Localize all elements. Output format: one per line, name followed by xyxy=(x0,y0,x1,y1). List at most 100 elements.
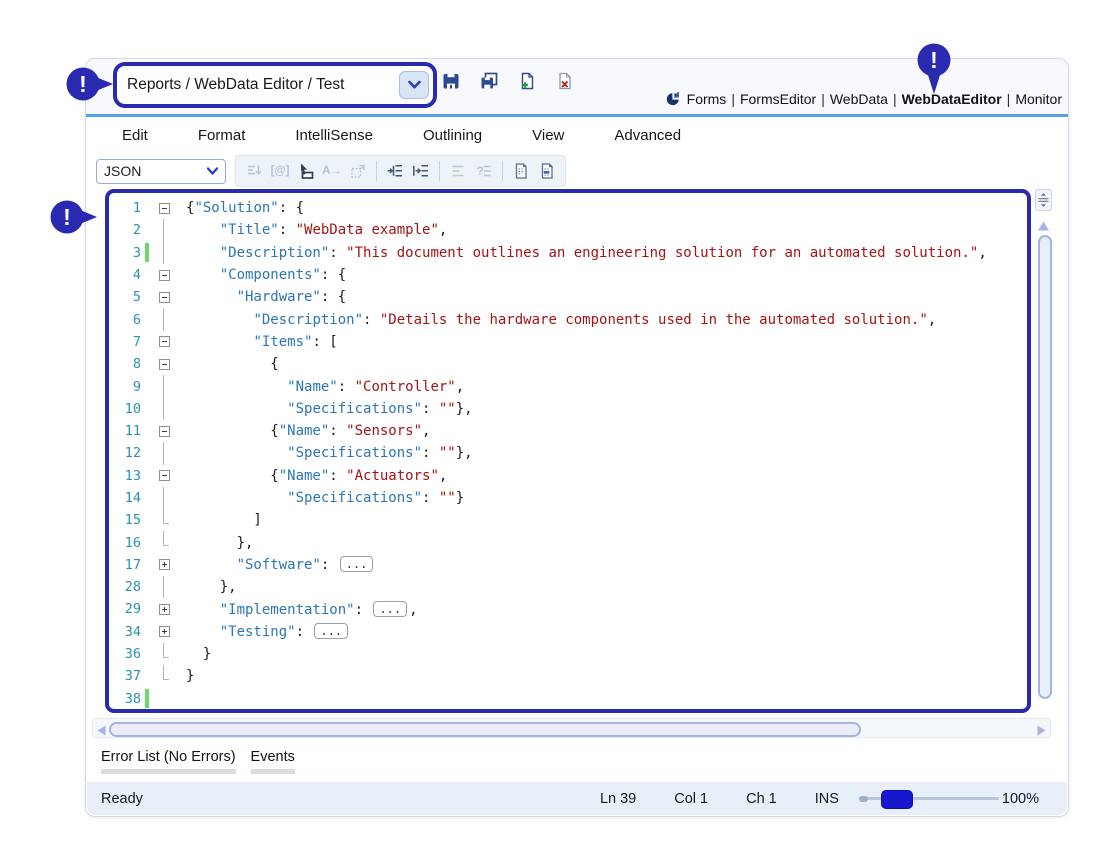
editor-line[interactable]: 1{"Solution": { xyxy=(109,197,1027,219)
nav-link-monitor[interactable]: Monitor xyxy=(1015,91,1062,107)
format-selection-icon[interactable] xyxy=(241,159,267,183)
editor-line[interactable]: 36 } xyxy=(109,643,1027,665)
collapse-icon[interactable] xyxy=(159,426,170,437)
bottom-panel-tabs: Error List (No Errors) Events xyxy=(101,749,295,774)
collapsed-region-box[interactable]: ... xyxy=(340,556,374,572)
menu-item-outlining[interactable]: Outlining xyxy=(423,127,482,144)
editor-toolbar: JSON [@] A→? xyxy=(96,155,1058,187)
editor-line[interactable]: 13 {"Name": "Actuators", xyxy=(109,465,1027,487)
menu-item-advanced[interactable]: Advanced xyxy=(614,127,681,144)
collapsed-region-box[interactable]: ... xyxy=(314,623,348,639)
fold-collapse-box[interactable] xyxy=(157,353,171,375)
fold-collapse-box[interactable] xyxy=(157,197,171,219)
editor-line[interactable]: 34 "Testing": ... xyxy=(109,621,1027,643)
alert-badge-nav: ! xyxy=(916,43,952,97)
collapse-icon[interactable] xyxy=(159,292,170,303)
menu-item-view[interactable]: View xyxy=(532,127,564,144)
uncomment-selection-icon[interactable]: ? xyxy=(471,159,497,183)
scroll-right-arrow[interactable] xyxy=(1037,723,1046,741)
editor-line[interactable]: 9 "Name": "Controller", xyxy=(109,375,1027,397)
report-path-dropdown[interactable]: Reports / WebData Editor / Test xyxy=(117,66,433,104)
line-number: 1 xyxy=(109,200,141,216)
editor-line[interactable]: 15 ] xyxy=(109,509,1027,531)
menu-item-edit[interactable]: Edit xyxy=(122,127,148,144)
menu-item-intellisense[interactable]: IntelliSense xyxy=(295,127,373,144)
fold-expand-box[interactable] xyxy=(157,621,171,643)
document-outline-icon[interactable] xyxy=(508,159,534,183)
save-icon[interactable] xyxy=(438,68,463,93)
code-text: {"Name": "Actuators", xyxy=(186,468,447,484)
zoom-slider[interactable] xyxy=(859,790,999,808)
editor-line[interactable]: 10 "Specifications": ""}, xyxy=(109,398,1027,420)
decrease-indent-icon[interactable] xyxy=(382,159,408,183)
editor-line[interactable]: 16 }, xyxy=(109,531,1027,553)
delete-document-icon[interactable] xyxy=(552,68,577,93)
tab-events[interactable]: Events xyxy=(251,749,295,774)
save-all-icon[interactable] xyxy=(476,68,501,93)
editor-line[interactable]: 28 }, xyxy=(109,576,1027,598)
editor-line[interactable]: 8 { xyxy=(109,353,1027,375)
increase-indent-icon[interactable] xyxy=(408,159,434,183)
collapse-icon[interactable] xyxy=(159,203,170,214)
horizontal-scroll-thumb[interactable] xyxy=(109,722,861,737)
rename-icon[interactable]: A→ xyxy=(319,159,345,183)
dropdown-chevron-icon[interactable] xyxy=(399,71,429,99)
collapse-icon[interactable] xyxy=(159,359,170,370)
menu-bar: Edit Format IntelliSense Outlining View Advan… xyxy=(86,117,1068,153)
editor-line[interactable]: 11 {"Name": "Sensors", xyxy=(109,420,1027,442)
expand-icon[interactable] xyxy=(159,559,170,570)
fold-collapse-box[interactable] xyxy=(157,264,171,286)
surround-with-icon[interactable] xyxy=(345,159,371,183)
editor-line[interactable]: 4 "Components": { xyxy=(109,264,1027,286)
collapse-icon[interactable] xyxy=(159,270,170,281)
new-document-icon[interactable] xyxy=(514,68,539,93)
code-segment xyxy=(186,267,220,283)
code-segment: : xyxy=(422,401,439,417)
code-segment: "Components" xyxy=(220,267,321,283)
scroll-left-arrow[interactable] xyxy=(97,723,106,741)
editor-line[interactable]: 29 "Implementation": ..., xyxy=(109,598,1027,620)
change-bar-slot xyxy=(145,355,149,374)
splitter-grip[interactable] xyxy=(1035,189,1052,211)
collapsed-region-box[interactable]: ... xyxy=(373,601,407,617)
nav-link-formseditor[interactable]: FormsEditor xyxy=(740,91,816,107)
select-element-icon[interactable] xyxy=(293,159,319,183)
tab-error-list[interactable]: Error List (No Errors) xyxy=(101,749,236,774)
editor-line[interactable]: 37} xyxy=(109,665,1027,687)
comment-selection-icon[interactable] xyxy=(445,159,471,183)
menu-item-format[interactable]: Format xyxy=(198,127,246,144)
insert-snippet-icon[interactable]: [@] xyxy=(267,159,293,183)
collapse-icon[interactable] xyxy=(159,336,170,347)
fold-collapse-box[interactable] xyxy=(157,465,171,487)
editor-line[interactable]: 2 "Title": "WebData example", xyxy=(109,219,1027,241)
editor-line[interactable]: 3 "Description": "This document outlines… xyxy=(109,242,1027,264)
editor-line[interactable]: 12 "Specifications": ""}, xyxy=(109,442,1027,464)
expand-icon[interactable] xyxy=(159,604,170,615)
nav-link-webdata[interactable]: WebData xyxy=(830,91,888,107)
editor-line[interactable]: 38 xyxy=(109,688,1027,710)
language-dropdown[interactable]: JSON xyxy=(96,159,226,184)
zoom-slider-thumb[interactable] xyxy=(881,790,913,809)
line-number: 8 xyxy=(109,356,141,372)
fold-collapse-box[interactable] xyxy=(157,331,171,353)
document-collapse-icon[interactable] xyxy=(534,159,560,183)
code-segment: ] xyxy=(186,512,262,528)
editor-line[interactable]: 7 "Items": [ xyxy=(109,331,1027,353)
nav-link-forms[interactable]: Forms xyxy=(687,91,727,107)
zoom-slider-cap xyxy=(859,796,868,802)
editor-line[interactable]: 5 "Hardware": { xyxy=(109,286,1027,308)
change-bar-slot xyxy=(145,533,149,552)
fold-collapse-box[interactable] xyxy=(157,286,171,308)
alert-badge-dropdown: ! xyxy=(66,66,116,102)
fold-collapse-box[interactable] xyxy=(157,420,171,442)
editor-line[interactable]: 6 "Description": "Details the hardware c… xyxy=(109,308,1027,330)
editor-line[interactable]: 17 "Software": ... xyxy=(109,554,1027,576)
collapse-icon[interactable] xyxy=(159,470,170,481)
vertical-scroll-thumb[interactable] xyxy=(1038,235,1052,699)
fold-expand-box[interactable] xyxy=(157,598,171,620)
code-editor[interactable]: 1{"Solution": {2 "Title": "WebData examp… xyxy=(109,193,1027,709)
editor-line[interactable]: 14 "Specifications": ""} xyxy=(109,487,1027,509)
scroll-up-arrow[interactable] xyxy=(1037,218,1050,236)
expand-icon[interactable] xyxy=(159,626,170,637)
fold-expand-box[interactable] xyxy=(157,554,171,576)
